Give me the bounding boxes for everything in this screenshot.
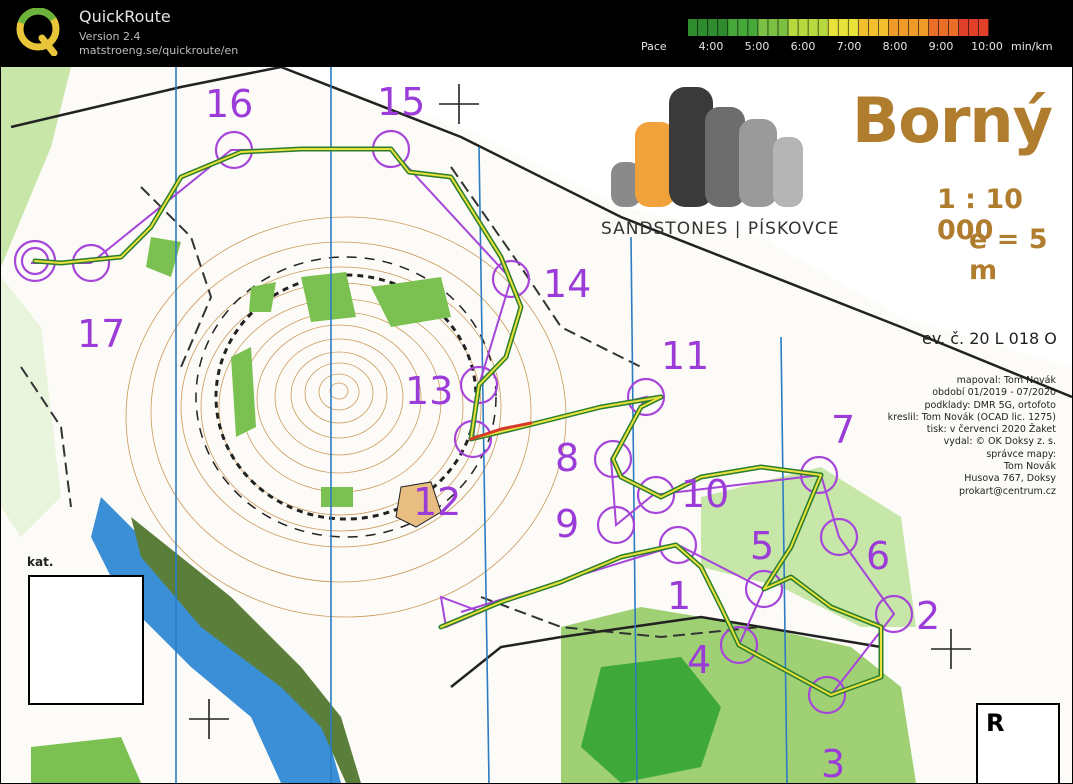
pace-color-segment (798, 19, 808, 36)
credit-line: vydal: © OK Doksy z. s. (943, 436, 1056, 448)
app-version: Version 2.4 (79, 30, 141, 43)
pace-color-segment (928, 19, 939, 36)
app-header: QuickRoute Version 2.4 matstroeng.se/qui… (0, 0, 1073, 66)
control-number-5: 5 (750, 524, 775, 568)
pace-color-segment (958, 19, 969, 36)
r-label: R (986, 709, 1005, 737)
control-number-11: 11 (661, 334, 710, 378)
control-number-1: 1 (667, 574, 692, 618)
pace-color-segment (688, 19, 698, 36)
pace-color-segment (768, 19, 778, 36)
pace-color-segment (938, 19, 949, 36)
credit-line: podklady: DMR 5G, ortofoto (924, 399, 1056, 411)
pace-tick-labels: 4:00 5:00 6:00 7:00 8:00 9:00 10:00 (690, 40, 1003, 54)
map-equidistance: e = 5 m (969, 224, 1048, 286)
pace-tick-label: 9:00 (928, 40, 954, 53)
control-number-4: 4 (687, 638, 712, 682)
pace-color-segment (838, 19, 848, 36)
pace-color-segment (788, 19, 798, 36)
pace-color-segment (848, 19, 858, 36)
pace-color-segment (968, 19, 979, 36)
pace-color-segment (858, 19, 868, 36)
r-box: R (976, 703, 1060, 783)
control-number-6: 6 (866, 534, 891, 578)
category-label: kat. (27, 555, 54, 569)
pace-color-segment (868, 19, 879, 36)
credit-line: období 01/2019 - 07/2020 (932, 387, 1056, 399)
credit-line: Husova 767, Doksy (964, 473, 1056, 485)
pace-color-segment (908, 19, 919, 36)
control-number-13: 13 (405, 369, 454, 413)
pace-color-segment (748, 19, 758, 36)
credit-line: Tom Novák (1003, 461, 1056, 473)
pace-color-scale (688, 19, 989, 36)
credit-line: správce mapy: (986, 448, 1056, 460)
pace-color-segment (828, 19, 838, 36)
pace-tick-label: 8:00 (882, 40, 908, 53)
control-number-17: 17 (77, 312, 126, 356)
pace-color-segment (978, 19, 989, 36)
app-url-link[interactable]: matstroeng.se/quickroute/en (79, 44, 238, 57)
pace-color-segment (718, 19, 728, 36)
pace-color-segment (808, 19, 818, 36)
credit-line: mapoval: Tom Novák (956, 375, 1056, 386)
pace-color-segment (818, 19, 828, 36)
map-view[interactable]: Borný 1 : 10 000 e = 5 m SANDSTONES | PÍ… (0, 66, 1073, 784)
control-number-10: 10 (681, 472, 730, 516)
control-number-9: 9 (555, 502, 580, 546)
control-number-2: 2 (916, 594, 941, 638)
pace-tick-label: 10:00 (971, 40, 1003, 53)
pace-legend-label: Pace (641, 40, 667, 53)
pace-color-segment (878, 19, 889, 36)
pace-color-segment (948, 19, 959, 36)
control-number-15: 15 (377, 80, 426, 124)
map-credits: mapoval: Tom Novák období 01/2019 - 07/2… (888, 375, 1056, 498)
pace-tick-label: 7:00 (836, 40, 862, 53)
pace-tick-label: 5:00 (744, 40, 770, 53)
pace-color-segment (698, 19, 708, 36)
pace-color-segment (918, 19, 929, 36)
control-number-12: 12 (413, 480, 462, 524)
credit-line: prokart@centrum.cz (958, 485, 1056, 497)
pace-tick-label: 6:00 (790, 40, 816, 53)
category-box (28, 575, 144, 705)
pace-color-segment (778, 19, 788, 36)
control-number-3: 3 (821, 742, 846, 784)
pace-color-segment (728, 19, 738, 36)
control-number-8: 8 (555, 436, 580, 480)
pace-unit: min/km (1011, 40, 1053, 53)
pace-color-segment (898, 19, 909, 36)
pace-tick-label: 4:00 (698, 40, 724, 53)
control-number-16: 16 (205, 82, 254, 126)
sponsor-text: SANDSTONES | PÍSKOVCE (601, 219, 840, 239)
control-number-7: 7 (831, 408, 856, 452)
control-number-14: 14 (543, 262, 592, 306)
map-id: ev. č. 20 L 018 O (922, 329, 1057, 348)
pace-color-segment (888, 19, 899, 36)
pace-color-segment (738, 19, 748, 36)
pace-color-segment (758, 19, 768, 36)
credit-line: tisk: v červenci 2020 Žaket (926, 424, 1056, 436)
credit-line: kreslil: Tom Novák (OCAD lic. 1275) (887, 411, 1056, 423)
map-title: Borný (852, 84, 1053, 157)
app-title: QuickRoute (79, 7, 171, 26)
quickroute-logo-icon (16, 8, 60, 56)
pace-color-segment (708, 19, 718, 36)
